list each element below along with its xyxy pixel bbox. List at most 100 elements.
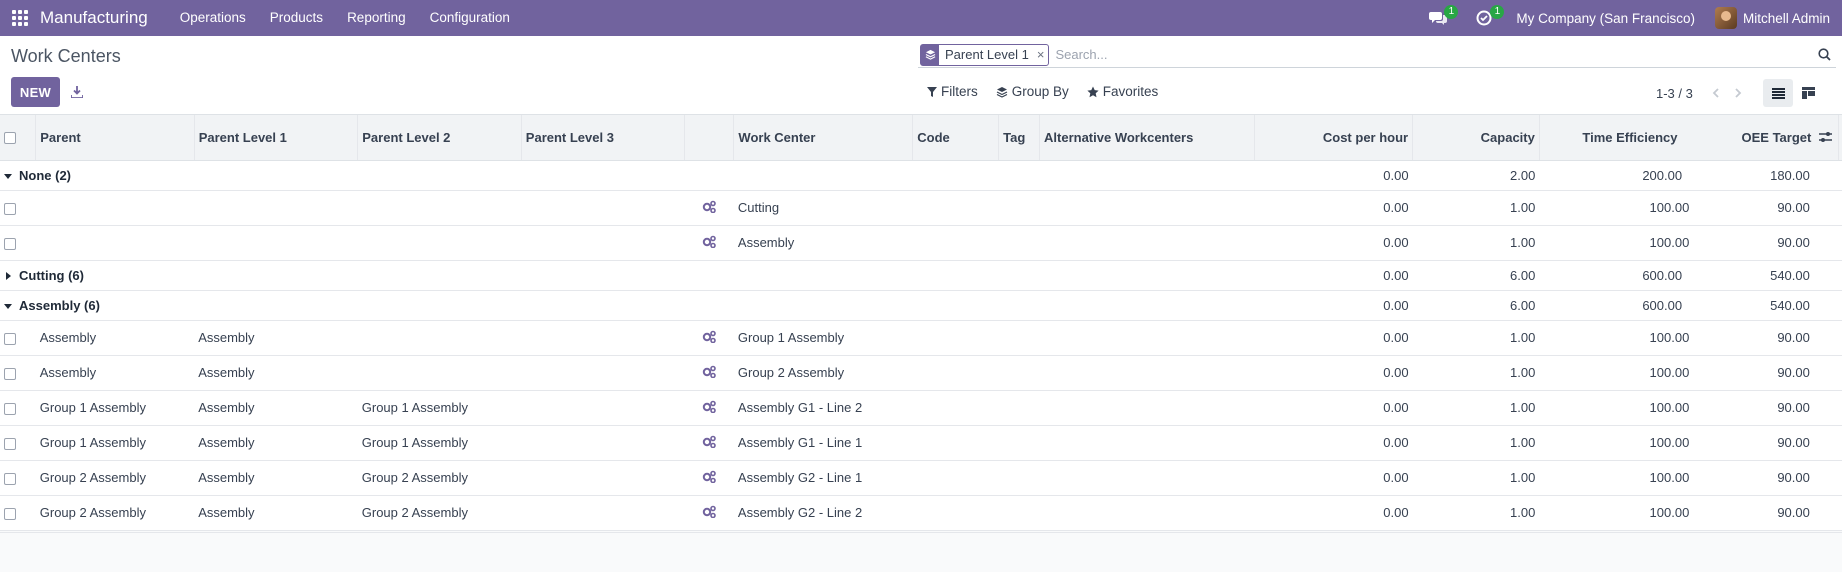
cell-capacity[interactable]: 1.00 — [1413, 495, 1540, 530]
cell-parent-level-1[interactable]: Assembly — [194, 320, 358, 355]
cell-cost-per-hour[interactable]: 0.00 — [1254, 495, 1412, 530]
column-capacity[interactable]: Capacity — [1412, 115, 1540, 161]
row-checkbox[interactable] — [4, 367, 16, 380]
group-row[interactable]: Cutting (6) 0.00 6.00 600.00 540.00 — [0, 260, 1842, 290]
cell-parent-level-3[interactable] — [521, 225, 685, 260]
cell-parent[interactable] — [36, 190, 194, 225]
cell-parent[interactable]: Group 1 Assembly — [36, 390, 194, 425]
cell-time-efficiency[interactable]: 100.00 — [1650, 365, 1690, 380]
group-row[interactable]: Assembly (6) 0.00 6.00 600.00 540.00 — [0, 290, 1842, 320]
cell-parent[interactable]: Assembly — [36, 320, 194, 355]
filters-toggle[interactable]: Filters — [927, 84, 978, 99]
cell-code[interactable] — [913, 320, 999, 355]
cell-parent-level-2[interactable] — [358, 320, 522, 355]
search-facet[interactable]: Parent Level 1 × — [920, 43, 1050, 66]
cell-parent-level-3[interactable] — [521, 425, 685, 460]
cell-parent-level-3[interactable] — [521, 190, 685, 225]
cell-parent-level-3[interactable] — [521, 495, 685, 530]
column-parent[interactable]: Parent — [35, 115, 195, 161]
pager-next-icon[interactable] — [1729, 84, 1747, 102]
apps-grid-icon[interactable] — [0, 0, 40, 36]
row-checkbox[interactable] — [4, 332, 16, 345]
cell-cost-per-hour[interactable]: 0.00 — [1254, 225, 1412, 260]
user-menu[interactable]: Mitchell Admin — [1714, 7, 1830, 29]
cell-code[interactable] — [913, 190, 999, 225]
cell-alternative-workcenters[interactable] — [1040, 460, 1255, 495]
column-time-efficiency[interactable]: Time Efficiency — [1582, 130, 1677, 145]
cell-alternative-workcenters[interactable] — [1040, 355, 1255, 390]
cell-oee-target[interactable]: 90.00 — [1777, 365, 1810, 380]
table-row[interactable]: Assembly 0.00 1.00 100.00 90.00 — [0, 225, 1842, 260]
cell-code[interactable] — [913, 495, 999, 530]
cell-parent-level-3[interactable] — [521, 320, 685, 355]
cell-tag[interactable] — [999, 355, 1040, 390]
group-label[interactable]: Cutting (6) — [0, 260, 685, 290]
row-checkbox[interactable] — [4, 507, 16, 520]
select-all-checkbox[interactable] — [4, 132, 16, 145]
cell-oee-target[interactable]: 90.00 — [1777, 435, 1810, 450]
cell-parent-level-3[interactable] — [521, 390, 685, 425]
favorites-toggle[interactable]: Favorites — [1087, 84, 1158, 99]
cell-tag[interactable] — [999, 425, 1040, 460]
list-view-button[interactable] — [1763, 79, 1793, 107]
kanban-view-button[interactable] — [1793, 79, 1823, 107]
row-checkbox[interactable] — [4, 437, 16, 450]
cell-code[interactable] — [913, 390, 999, 425]
pager-previous-icon[interactable] — [1707, 84, 1725, 102]
cell-cost-per-hour[interactable]: 0.00 — [1254, 355, 1412, 390]
cell-alternative-workcenters[interactable] — [1040, 425, 1255, 460]
column-tag[interactable]: Tag — [998, 115, 1041, 161]
cell-work-center[interactable]: Assembly G2 - Line 2 — [734, 495, 913, 530]
cell-code[interactable] — [913, 460, 999, 495]
row-checkbox[interactable] — [4, 472, 16, 485]
cell-capacity[interactable]: 1.00 — [1413, 225, 1540, 260]
table-row[interactable]: Group 2 Assembly Assembly Group 2 Assembly… — [0, 495, 1842, 530]
cell-parent-level-2[interactable] — [358, 190, 522, 225]
activities-button[interactable]: 1 — [1470, 0, 1505, 36]
cell-time-efficiency[interactable]: 100.00 — [1650, 235, 1690, 250]
cell-oee-target[interactable]: 90.00 — [1777, 505, 1810, 520]
cell-time-efficiency[interactable]: 100.00 — [1650, 505, 1690, 520]
row-checkbox[interactable] — [4, 202, 16, 215]
cell-work-center[interactable]: Cutting — [734, 190, 913, 225]
column-oee-target[interactable]: Time Efficiency OEE Target — [1539, 115, 1840, 161]
cell-oee-target[interactable]: 90.00 — [1777, 400, 1810, 415]
row-checkbox[interactable] — [4, 237, 16, 250]
cell-time-efficiency[interactable]: 100.00 — [1650, 470, 1690, 485]
cell-work-center[interactable]: Group 2 Assembly — [734, 355, 913, 390]
cell-tag[interactable] — [999, 190, 1040, 225]
cell-parent-level-2[interactable]: Group 2 Assembly — [358, 460, 522, 495]
pager-value[interactable]: 1-3 / 3 — [1656, 86, 1693, 101]
table-row[interactable]: Assembly Assembly Group 1 Assembly 0.00 1.00… — [0, 320, 1842, 355]
table-row[interactable]: Group 1 Assembly Assembly Group 1 Assembly… — [0, 390, 1842, 425]
cell-capacity[interactable]: 1.00 — [1413, 320, 1540, 355]
column-alternative-workcenters[interactable]: Alternative Workcenters — [1039, 115, 1255, 161]
cell-cost-per-hour[interactable]: 0.00 — [1254, 390, 1412, 425]
menu-products[interactable]: Products — [258, 0, 335, 36]
cell-parent-level-1[interactable]: Assembly — [194, 355, 358, 390]
cell-parent-level-2[interactable] — [358, 355, 522, 390]
column-parent-level-3[interactable]: Parent Level 3 — [521, 115, 686, 161]
cell-code[interactable] — [913, 225, 999, 260]
messages-button[interactable]: 1 — [1424, 0, 1459, 36]
cell-alternative-workcenters[interactable] — [1040, 390, 1255, 425]
cell-parent-level-1[interactable]: Assembly — [194, 425, 358, 460]
search-input[interactable] — [1055, 47, 1814, 62]
table-row[interactable]: Cutting 0.00 1.00 100.00 90.00 — [0, 190, 1842, 225]
cell-work-center[interactable]: Assembly G1 - Line 2 — [734, 390, 913, 425]
cell-parent-level-1[interactable]: Assembly — [194, 390, 358, 425]
cell-tag[interactable] — [999, 320, 1040, 355]
table-row[interactable]: Assembly Assembly Group 2 Assembly 0.00 1.00… — [0, 355, 1842, 390]
cell-capacity[interactable]: 1.00 — [1413, 425, 1540, 460]
cell-oee-target[interactable]: 90.00 — [1777, 200, 1810, 215]
row-checkbox[interactable] — [4, 402, 16, 415]
column-cost-per-hour[interactable]: Cost per hour — [1254, 115, 1414, 161]
group-label[interactable]: None (2) — [0, 160, 685, 190]
column-code[interactable]: Code — [912, 115, 1000, 161]
cell-capacity[interactable]: 1.00 — [1413, 460, 1540, 495]
cell-parent[interactable]: Assembly — [36, 355, 194, 390]
cell-time-efficiency[interactable]: 100.00 — [1650, 400, 1690, 415]
cell-parent-level-2[interactable] — [358, 225, 522, 260]
facet-remove-icon[interactable]: × — [1033, 47, 1049, 62]
cell-cost-per-hour[interactable]: 0.00 — [1254, 425, 1412, 460]
